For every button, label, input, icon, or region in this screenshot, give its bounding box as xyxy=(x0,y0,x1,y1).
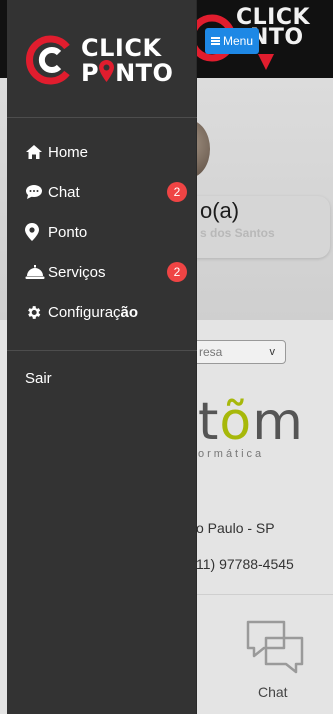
drawer-item-ponto[interactable]: Ponto xyxy=(7,212,197,252)
navigation-drawer: CLICK P NTO Home Chat 2 Ponto Serviços 2… xyxy=(7,0,197,714)
drawer-item-servicos[interactable]: Serviços 2 xyxy=(7,252,197,292)
service-bell-icon xyxy=(25,263,45,281)
drawer-item-label: Chat xyxy=(48,183,80,201)
drawer-item-chat[interactable]: Chat 2 xyxy=(7,172,197,212)
gear-icon xyxy=(25,303,45,321)
drawer-item-label: Home xyxy=(48,143,89,161)
notification-badge: 2 xyxy=(167,262,187,282)
pin-logo-icon xyxy=(99,60,115,82)
chat-icon[interactable] xyxy=(244,618,306,676)
notification-badge: 2 xyxy=(167,182,187,202)
drawer-menu: Home Chat 2 Ponto Serviços 2 Configuraçã… xyxy=(7,132,197,332)
logout-link[interactable]: Sair xyxy=(25,370,52,387)
chat-tab-label[interactable]: Chat xyxy=(258,684,288,700)
drawer-item-label: Configuração xyxy=(48,303,139,321)
chat-bubble-icon xyxy=(25,183,45,201)
drawer-item-configuracao[interactable]: Configuração xyxy=(7,292,197,332)
company-city: o Paulo - SP xyxy=(196,520,275,536)
drawer-item-label: Serviços xyxy=(48,263,106,281)
greeting-text: o(a) xyxy=(200,198,240,223)
company-phone[interactable]: 11) 97788-4545 xyxy=(196,556,294,572)
hamburger-icon xyxy=(211,37,220,45)
company-select[interactable]: resa v xyxy=(190,340,286,364)
user-name: s dos Santos xyxy=(200,226,275,240)
company-tagline: ormática xyxy=(198,448,265,460)
click-ponto-logo: CLICK P NTO xyxy=(23,33,193,95)
map-pin-icon xyxy=(25,223,45,241)
logo-text: CLICK P NTO xyxy=(81,34,174,87)
logo-mark-icon xyxy=(26,35,70,85)
drawer-divider xyxy=(7,350,197,351)
drawer-item-home[interactable]: Home xyxy=(7,132,197,172)
divider xyxy=(196,594,333,595)
home-icon xyxy=(25,143,45,161)
company-logo: tõm xyxy=(198,392,304,452)
chevron-down-icon: v xyxy=(269,346,276,358)
drawer-item-label: Ponto xyxy=(48,223,88,241)
menu-button[interactable]: Menu xyxy=(205,28,260,54)
drawer-divider xyxy=(7,117,197,118)
